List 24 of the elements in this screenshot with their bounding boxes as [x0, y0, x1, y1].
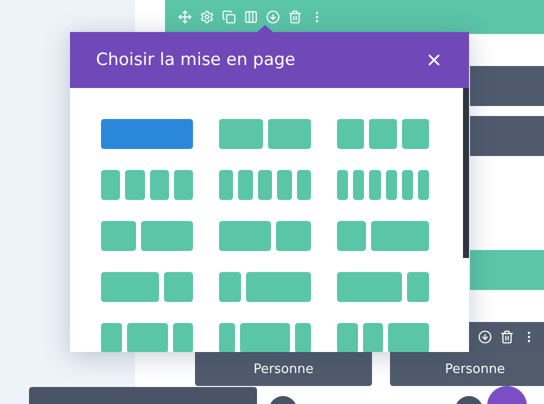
layout-option[interactable]	[219, 221, 311, 251]
layout-option[interactable]	[337, 119, 429, 149]
download-icon[interactable]	[478, 330, 492, 344]
layout-option[interactable]	[337, 272, 429, 302]
layout-option[interactable]	[219, 323, 311, 352]
layout-option[interactable]	[101, 170, 193, 200]
move-icon[interactable]	[178, 10, 192, 24]
layout-option[interactable]	[101, 221, 193, 251]
layout-option[interactable]	[337, 323, 429, 352]
columns-icon[interactable]	[244, 10, 258, 24]
layout-option[interactable]	[219, 170, 311, 200]
layout-option[interactable]	[337, 170, 429, 200]
duplicate-icon[interactable]	[222, 10, 236, 24]
layout-option[interactable]	[101, 272, 193, 302]
layout-option[interactable]	[219, 272, 311, 302]
scrollbar[interactable]	[463, 88, 469, 258]
delete-icon[interactable]	[500, 330, 514, 344]
settings-icon[interactable]	[200, 10, 214, 24]
dialog-title: Choisir la mise en page	[96, 50, 296, 70]
person-button[interactable]: Personne	[195, 352, 372, 386]
layout-option[interactable]	[101, 323, 193, 352]
layout-option[interactable]	[337, 221, 429, 251]
person-button[interactable]: Personne	[390, 352, 544, 386]
layout-option[interactable]	[219, 119, 311, 149]
